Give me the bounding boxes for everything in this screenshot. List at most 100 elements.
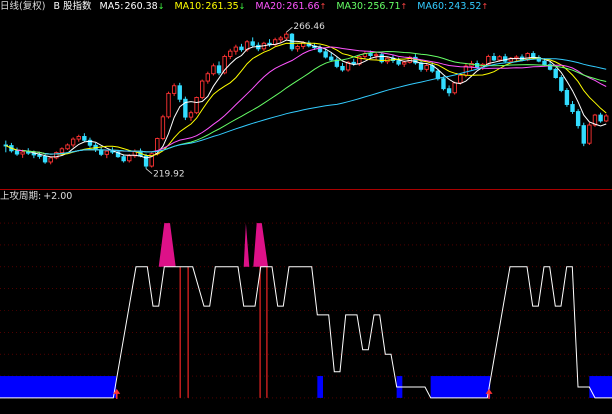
candle-body-down	[446, 88, 452, 94]
cycle-indicator-chart[interactable]	[0, 190, 612, 414]
candle	[469, 60, 474, 70]
upper-legend: 日线(复权) B 股指数 MA5:260.38↓ MA10:261.35↓ MA20…	[0, 0, 503, 14]
candle-body-down	[99, 149, 104, 155]
candle-body-down	[441, 78, 446, 90]
ma-label: MA10:	[174, 1, 205, 12]
candle-body-up	[48, 157, 53, 163]
candle	[559, 75, 564, 93]
candle-body-up	[194, 97, 199, 114]
candle-body-down	[553, 68, 558, 79]
candle-body-up	[402, 61, 407, 65]
candle-body-down	[239, 46, 244, 51]
ma-legend-item: MA20:261.66↑	[255, 1, 331, 12]
candle	[87, 137, 93, 148]
candle	[418, 60, 424, 72]
candle-body-down	[177, 85, 182, 100]
candle-body-up	[20, 151, 25, 155]
ma-value: 256.71	[367, 1, 401, 12]
candle	[205, 71, 210, 84]
candle	[491, 52, 497, 62]
arrow-down-icon: ↓	[238, 2, 246, 11]
candle-body-up	[188, 112, 194, 118]
chart-window: 266.46 219.92 日线(复权) B 股指数 MA5:260.38↓ MA1…	[0, 0, 612, 414]
candle	[160, 114, 166, 141]
low-zone-fill	[317, 376, 323, 398]
candle	[553, 67, 558, 79]
candle	[211, 63, 216, 76]
candle	[575, 109, 581, 129]
candle-body-up	[373, 54, 379, 57]
high-zone-fill	[253, 223, 268, 267]
ma-label: MA60:	[417, 1, 448, 12]
candle	[452, 81, 457, 95]
candle	[514, 55, 519, 61]
indicator-value: +2.00	[43, 191, 73, 202]
candle-body-up	[171, 85, 177, 94]
candle	[267, 39, 272, 47]
period-label[interactable]: 日线(复权)	[0, 1, 45, 12]
candle-body-up	[497, 56, 502, 61]
candle	[48, 156, 53, 165]
candle	[362, 51, 368, 59]
candle	[70, 137, 76, 148]
ma-value: 261.35	[205, 1, 239, 12]
candle	[177, 82, 182, 103]
candle-body-down	[575, 111, 581, 127]
candle-body-up	[104, 150, 109, 155]
stock-name: B 股指数	[53, 1, 92, 12]
candle-body-up	[127, 155, 132, 162]
candle	[446, 85, 452, 97]
candle-body-up	[205, 73, 210, 82]
candle-body-up	[228, 50, 233, 57]
candle-body-down	[250, 41, 255, 46]
ma-legend: MA5:260.38↓ MA10:261.35↓ MA20:261.66↑ MA30:…	[100, 1, 499, 12]
candle-body-up	[278, 37, 283, 41]
candle-body-up	[65, 144, 70, 150]
candle	[216, 61, 222, 76]
candle	[581, 122, 586, 147]
candle-body-down	[42, 155, 48, 163]
candle-body-down	[26, 151, 31, 154]
candle	[121, 154, 126, 163]
candle-body-up	[452, 82, 457, 94]
lower-legend: 上攻周期: +2.00	[0, 190, 77, 204]
candle	[239, 43, 244, 52]
ma-label: MA5:	[99, 1, 124, 12]
candle-body-up	[514, 56, 519, 59]
low-zone-fill	[430, 376, 491, 398]
candle-body-down	[598, 114, 603, 122]
candle	[200, 79, 205, 100]
candle-body-down	[216, 65, 222, 74]
candle-body-down	[570, 104, 575, 113]
indicator-name[interactable]: 上攻周期:	[0, 191, 41, 202]
ma30-line	[22, 50, 607, 155]
candle	[188, 110, 194, 121]
candle	[76, 134, 81, 142]
candle-body-up	[587, 124, 592, 144]
candle	[334, 57, 340, 69]
candle	[379, 52, 384, 64]
candle-body-up	[70, 138, 76, 146]
candle	[143, 153, 149, 169]
arrow-up-icon: ↑	[319, 2, 327, 11]
candle	[250, 37, 255, 47]
candle	[278, 35, 283, 43]
candle-body-down	[396, 60, 401, 65]
candle-body-up	[59, 148, 65, 154]
candle	[289, 33, 295, 52]
max-pointer	[286, 26, 293, 33]
candle-body-up	[458, 74, 463, 84]
min-price-label: 219.92	[153, 170, 185, 180]
candlestick-chart[interactable]: 266.46 219.92	[0, 0, 612, 190]
candle-body-up	[166, 92, 171, 118]
candle-body-up	[76, 136, 81, 140]
candle	[284, 32, 289, 41]
max-price-label: 266.46	[293, 22, 325, 32]
candle	[373, 52, 379, 60]
candle-body-down	[564, 89, 570, 105]
ma20-line	[16, 46, 607, 155]
candle-body-down	[323, 51, 328, 58]
candle-body-up	[233, 46, 239, 52]
candle-body-down	[542, 60, 547, 66]
low-zone-fill	[0, 376, 117, 398]
